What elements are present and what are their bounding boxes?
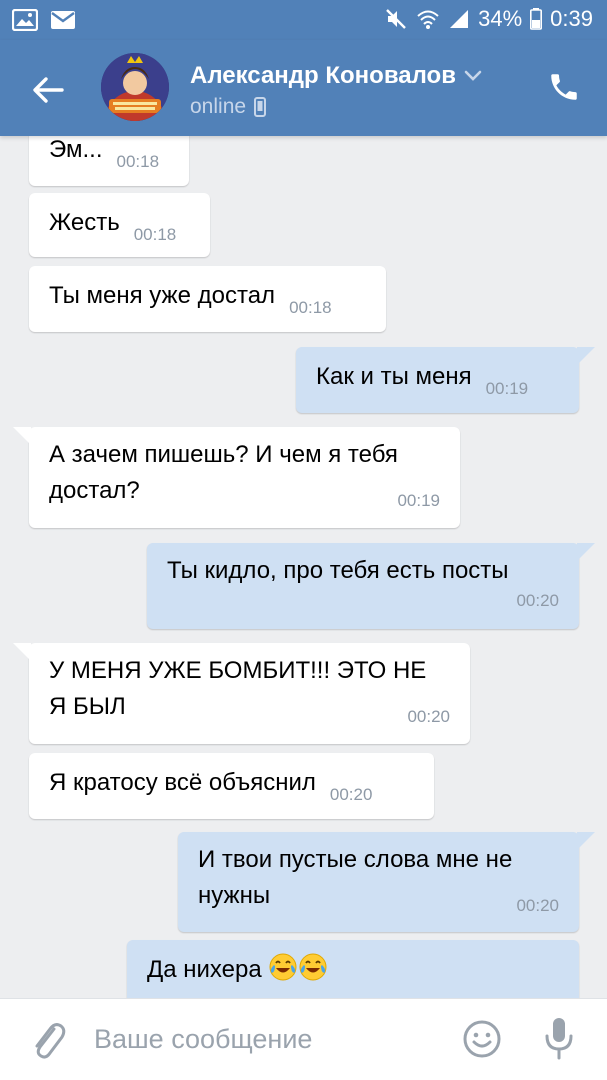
message-time: 00:20: [516, 591, 559, 610]
mute-icon: [384, 7, 408, 31]
paperclip-icon: [35, 1023, 66, 1059]
microphone-icon: [545, 1018, 573, 1060]
contact-status: online: [190, 95, 267, 119]
wifi-icon: [416, 8, 440, 30]
message-text: Ты меня уже достал: [49, 282, 276, 309]
avatar[interactable]: [101, 53, 169, 121]
chat-header: Александр Коновалов online: [0, 40, 607, 136]
message-list[interactable]: Эм... 00:18 Жесть 00:18 Ты меня уже достал…: [0, 136, 607, 998]
incoming-message[interactable]: А зачем пишешь? И чем я тебя достал? 00:…: [13, 427, 460, 528]
battery-percent: 34%: [478, 6, 523, 31]
smiley-icon: [463, 1020, 501, 1058]
signal-icon: [448, 8, 470, 30]
back-button[interactable]: [28, 70, 68, 110]
face-with-tears-of-joy-icon: [269, 953, 297, 981]
message-time: 00:18: [116, 152, 160, 171]
status-bar: 34% 0:39: [0, 0, 607, 40]
outgoing-message[interactable]: Как и ты меня 00:19: [296, 347, 595, 413]
incoming-message[interactable]: Ты меня уже достал 00:18: [29, 266, 386, 332]
incoming-message[interactable]: Я кратосу всё объяснил 00:20: [29, 753, 434, 819]
bubble-tail: [577, 832, 595, 850]
clock: 0:39: [550, 6, 593, 31]
incoming-message[interactable]: Жесть 00:18: [29, 193, 210, 257]
message-text: Эм...: [49, 136, 103, 163]
call-button[interactable]: [547, 70, 583, 106]
mail-notification-icon: [50, 9, 76, 31]
message-text: Как и ты меня: [316, 363, 472, 390]
chevron-down-icon: [464, 70, 482, 81]
face-with-tears-of-joy-icon: [299, 953, 327, 981]
bubble-tail: [13, 427, 31, 445]
contact-name: Александр Коновалов: [190, 62, 456, 89]
outgoing-message[interactable]: Ты кидло, про тебя есть посты 00:20: [147, 543, 595, 629]
message-time: 00:20: [329, 785, 373, 804]
attach-button[interactable]: [28, 1017, 68, 1063]
arrow-left-icon: [33, 77, 64, 103]
phone-icon: [551, 74, 577, 100]
message-time: 00:19: [485, 379, 529, 398]
incoming-message[interactable]: У МЕНЯ УЖЕ БОМБИТ!!! ЭТО НЕ Я БЫЛ 00:20: [13, 643, 470, 744]
incoming-message[interactable]: Эм... 00:18: [29, 136, 189, 186]
contact-name-dropdown[interactable]: Александр Коновалов: [190, 62, 482, 90]
online-status: online: [190, 95, 247, 118]
outgoing-message[interactable]: Да нихера: [127, 940, 579, 998]
message-text: Жесть: [49, 209, 120, 236]
message-time: 00:18: [289, 298, 332, 317]
outgoing-message[interactable]: И твои пустые слова мне не нужны 00:20: [178, 832, 595, 932]
message-text: Да нихера: [147, 956, 262, 983]
message-input[interactable]: [94, 1019, 434, 1059]
message-text: Ты кидло, про тебя есть посты: [167, 557, 509, 584]
gallery-notification-icon: [12, 9, 38, 31]
message-composer: [0, 998, 607, 1080]
mobile-phone-icon: [254, 97, 267, 117]
emoji-button[interactable]: [462, 1019, 502, 1059]
bubble-tail: [577, 543, 595, 561]
message-text: Я кратосу всё объяснил: [49, 769, 316, 796]
voice-message-button[interactable]: [544, 1015, 574, 1061]
battery-icon: [530, 8, 543, 30]
bubble-tail: [13, 643, 31, 661]
message-time: 00:18: [133, 225, 177, 244]
bubble-tail: [577, 347, 595, 365]
